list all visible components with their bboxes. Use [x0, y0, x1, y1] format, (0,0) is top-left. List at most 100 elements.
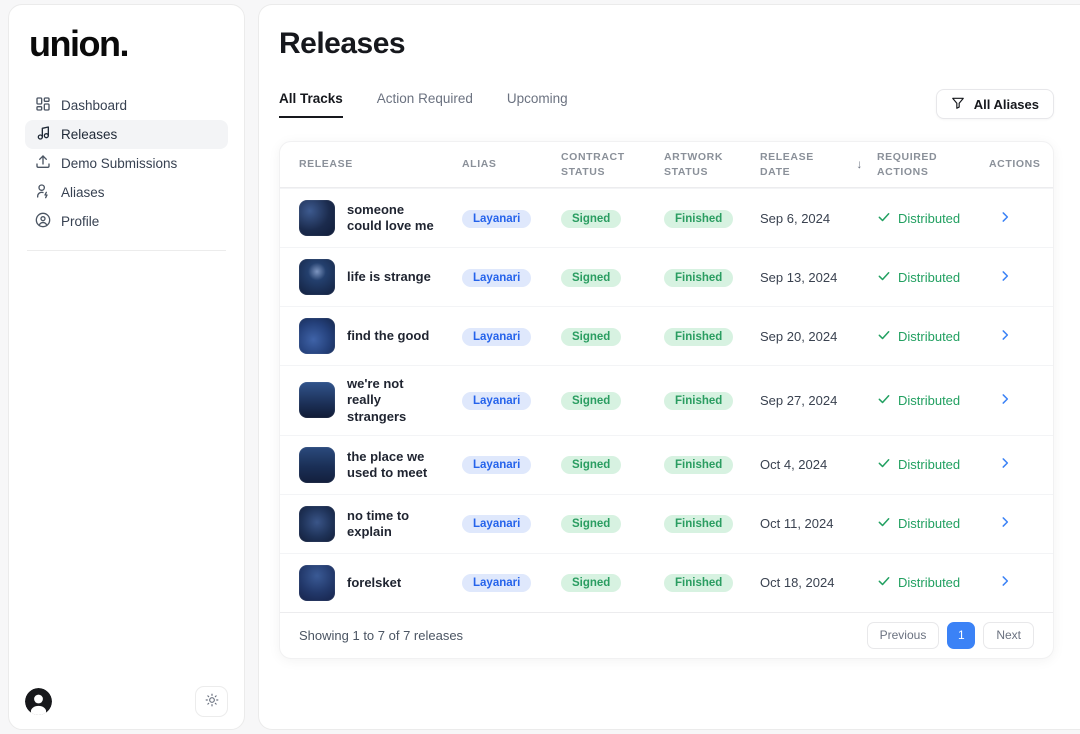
release-date: Sep 27, 2024 [760, 393, 877, 408]
app-logo: union. [29, 23, 228, 65]
alias-badge: Layanari [462, 515, 531, 533]
sidebar-item-releases[interactable]: Releases [25, 120, 228, 149]
chevron-right-icon [998, 392, 1012, 409]
required-actions-cell: Distributed [877, 515, 989, 532]
app-page: union. Dashboard Releases Demo Submissio… [0, 0, 1080, 734]
table-row[interactable]: life is strange Layanari Signed Finished… [280, 247, 1053, 306]
release-cell: life is strange [299, 259, 462, 295]
column-header-contract-status[interactable]: Contract Status [561, 150, 664, 178]
table-footer: Showing 1 to 7 of 7 releases Previous 1 … [280, 612, 1053, 658]
sidebar-item-label: Releases [61, 127, 117, 142]
release-title: forelsket [347, 575, 401, 591]
release-cell: no time to explain [299, 506, 462, 542]
required-actions-cell: Distributed [877, 392, 989, 409]
results-summary: Showing 1 to 7 of 7 releases [299, 628, 463, 643]
next-page-button[interactable]: Next [983, 622, 1034, 649]
table-row[interactable]: find the good Layanari Signed Finished S… [280, 306, 1053, 365]
user-avatar[interactable] [25, 688, 52, 715]
artwork-status-badge: Finished [664, 392, 733, 410]
release-date: Oct 11, 2024 [760, 516, 877, 531]
alias-badge: Layanari [462, 328, 531, 346]
row-expand-button[interactable] [998, 515, 1012, 532]
table-row[interactable]: the place we used to meet Layanari Signe… [280, 435, 1053, 494]
release-date: Oct 18, 2024 [760, 575, 877, 590]
row-expand-button[interactable] [998, 269, 1012, 286]
required-actions-cell: Distributed [877, 210, 989, 227]
release-artwork [299, 565, 335, 601]
tab-all-tracks[interactable]: All Tracks [279, 91, 343, 118]
column-header-actions: Actions [989, 157, 1040, 171]
release-title: someone could love me [347, 202, 439, 235]
alias-badge: Layanari [462, 574, 531, 592]
required-action-label: Distributed [898, 457, 960, 472]
release-cell: someone could love me [299, 200, 462, 236]
required-actions-cell: Distributed [877, 574, 989, 591]
required-action-label: Distributed [898, 270, 960, 285]
column-header-release-date[interactable]: Release Date ↓ [760, 150, 877, 178]
table-header-row: Release Alias Contract Status Artwork St… [280, 142, 1053, 188]
release-artwork [299, 318, 335, 354]
release-artwork [299, 506, 335, 542]
chevron-right-icon [998, 269, 1012, 286]
alias-badge: Layanari [462, 392, 531, 410]
alias-filter-button[interactable]: All Aliases [936, 89, 1054, 119]
sidebar-item-label: Dashboard [61, 98, 127, 113]
sidebar-item-profile[interactable]: Profile [25, 207, 228, 236]
row-expand-button[interactable] [998, 328, 1012, 345]
previous-page-button[interactable]: Previous [867, 622, 940, 649]
column-header-alias[interactable]: Alias [462, 157, 561, 171]
current-page-button[interactable]: 1 [947, 622, 975, 649]
release-title: no time to explain [347, 508, 439, 541]
check-icon [877, 392, 891, 409]
check-icon [877, 328, 891, 345]
required-action-label: Distributed [898, 329, 960, 344]
upload-icon [35, 154, 51, 173]
tab-action-required[interactable]: Action Required [377, 91, 473, 118]
sidebar-item-dashboard[interactable]: Dashboard [25, 91, 228, 120]
tab-upcoming[interactable]: Upcoming [507, 91, 568, 118]
release-cell: find the good [299, 318, 462, 354]
artwork-status-badge: Finished [664, 574, 733, 592]
row-expand-button[interactable] [998, 392, 1012, 409]
alias-badge: Layanari [462, 269, 531, 287]
sidebar-item-aliases[interactable]: Aliases [25, 178, 228, 207]
dashboard-icon [35, 96, 51, 115]
release-date: Sep 13, 2024 [760, 270, 877, 285]
column-header-release[interactable]: Release [299, 157, 462, 171]
release-date: Sep 6, 2024 [760, 211, 877, 226]
check-icon [877, 515, 891, 532]
release-date: Oct 4, 2024 [760, 457, 877, 472]
release-cell: forelsket [299, 565, 462, 601]
required-action-label: Distributed [898, 575, 960, 590]
required-action-label: Distributed [898, 516, 960, 531]
alias-filter-label: All Aliases [974, 97, 1039, 112]
contract-status-badge: Signed [561, 269, 621, 287]
table-row[interactable]: we're not really strangers Layanari Sign… [280, 365, 1053, 435]
sidebar-footer [25, 686, 228, 717]
theme-toggle-button[interactable] [195, 686, 228, 717]
toolbar: All Tracks Action Required Upcoming All … [279, 89, 1054, 119]
chevron-right-icon [998, 515, 1012, 532]
row-expand-button[interactable] [998, 210, 1012, 227]
required-actions-cell: Distributed [877, 269, 989, 286]
release-title: life is strange [347, 269, 431, 285]
table-row[interactable]: no time to explain Layanari Signed Finis… [280, 494, 1053, 553]
sidebar-item-demo-submissions[interactable]: Demo Submissions [25, 149, 228, 178]
contract-status-badge: Signed [561, 328, 621, 346]
row-expand-button[interactable] [998, 574, 1012, 591]
artwork-status-badge: Finished [664, 456, 733, 474]
column-header-required-actions[interactable]: Required Actions [877, 150, 989, 178]
sidebar-divider [27, 250, 226, 251]
table-row[interactable]: someone could love me Layanari Signed Fi… [280, 188, 1053, 247]
release-date: Sep 20, 2024 [760, 329, 877, 344]
sun-icon [205, 693, 219, 710]
contract-status-badge: Signed [561, 392, 621, 410]
sidebar-item-label: Profile [61, 214, 99, 229]
chevron-right-icon [998, 328, 1012, 345]
contract-status-badge: Signed [561, 574, 621, 592]
row-expand-button[interactable] [998, 456, 1012, 473]
required-action-label: Distributed [898, 211, 960, 226]
column-header-artwork-status[interactable]: Artwork Status [664, 150, 760, 178]
table-row[interactable]: forelsket Layanari Signed Finished Oct 1… [280, 553, 1053, 612]
profile-circle-icon [35, 212, 51, 231]
